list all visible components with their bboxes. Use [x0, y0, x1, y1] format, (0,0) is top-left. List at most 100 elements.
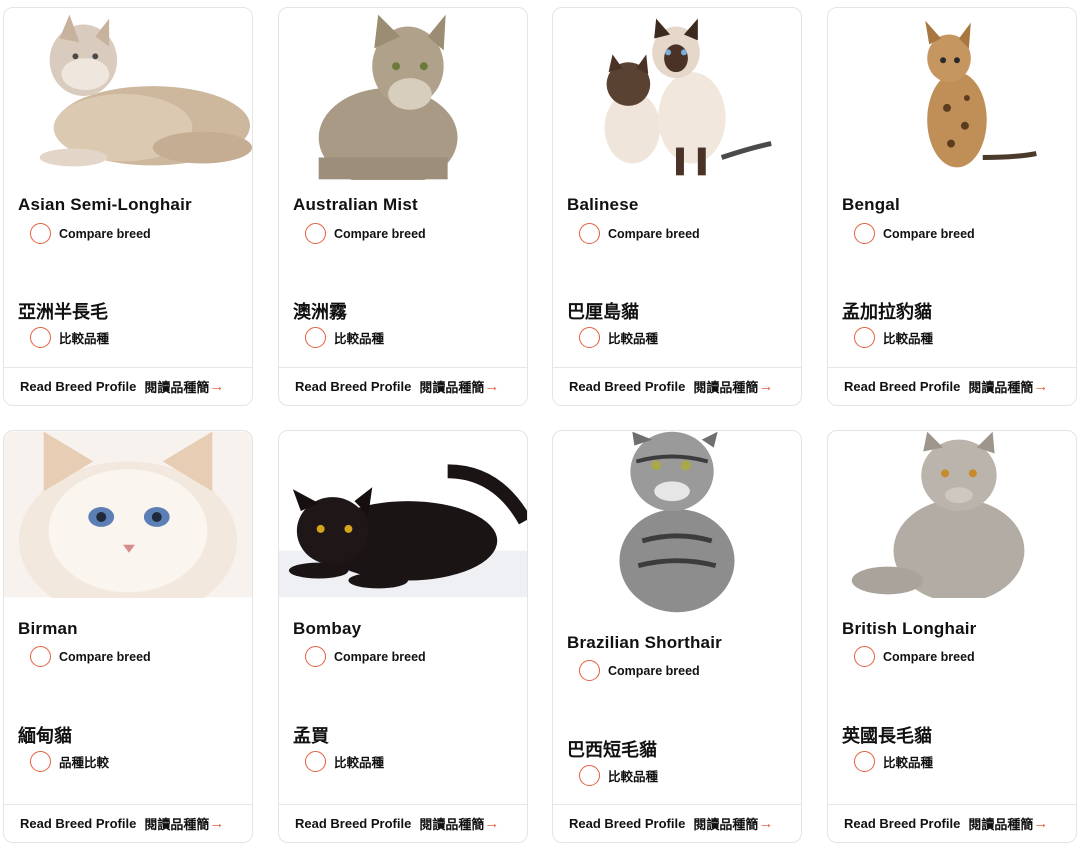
arrow-right-icon: →: [209, 815, 225, 832]
compare-label: 比較品種: [883, 756, 934, 770]
read-profile-link[interactable]: Read Breed Profile 閱讀品種簡 →: [279, 804, 527, 842]
compare-radio[interactable]: [854, 327, 875, 348]
compare-breed-en[interactable]: Compare breed: [854, 223, 975, 244]
breed-image[interactable]: [828, 8, 1076, 180]
read-profile-link[interactable]: Read Breed Profile 閱讀品種簡 →: [553, 367, 801, 405]
breed-image[interactable]: [553, 8, 801, 180]
read-profile-link[interactable]: Read Breed Profile 閱讀品種簡 →: [4, 804, 252, 842]
compare-radio[interactable]: [305, 646, 326, 667]
compare-breed-zh[interactable]: 比較品種: [854, 327, 933, 348]
breed-image[interactable]: [4, 8, 252, 180]
breed-card: Brazilian Shorthair Compare breed 巴西短毛貓 …: [552, 430, 802, 843]
compare-radio[interactable]: [305, 223, 326, 244]
compare-radio[interactable]: [854, 646, 875, 667]
cat-photo-icon: [279, 464, 527, 598]
compare-label: 比較品種: [608, 332, 659, 346]
read-profile-link[interactable]: Read Breed Profile 閱讀品種簡 →: [828, 367, 1076, 405]
breed-name-zh: 孟加拉豹貓: [842, 302, 932, 322]
breed-name-zh: 巴厘島貓: [567, 302, 639, 322]
cat-photo-icon: [318, 14, 458, 180]
breed-card: Birman Compare breed 緬甸貓 品種比較 Read Breed…: [3, 430, 253, 843]
breed-name-en: Birman: [18, 619, 78, 638]
compare-breed-zh[interactable]: 比較品種: [30, 327, 109, 348]
read-profile-zh: 閱讀品種簡: [144, 817, 210, 832]
breed-image[interactable]: [279, 8, 527, 180]
breed-name-zh: 緬甸貓: [18, 726, 72, 746]
read-profile-en: Read Breed Profile: [295, 816, 412, 831]
breed-name-zh: 亞洲半長毛: [18, 302, 108, 322]
breed-card: Bombay Compare breed 孟買 比較品種 Read Breed …: [278, 430, 528, 843]
read-profile-zh: 閱讀品種簡: [419, 380, 485, 395]
breed-name-en: Brazilian Shorthair: [567, 633, 722, 652]
cat-photo-icon: [4, 431, 252, 598]
arrow-right-icon: →: [758, 378, 774, 395]
compare-radio[interactable]: [579, 660, 600, 681]
breed-name-en: Bombay: [293, 619, 362, 638]
compare-breed-zh[interactable]: 比較品種: [579, 327, 658, 348]
compare-breed-zh[interactable]: 比較品種: [579, 765, 658, 786]
compare-breed-en[interactable]: Compare breed: [305, 646, 426, 667]
compare-label: Compare breed: [59, 226, 151, 241]
read-profile-en: Read Breed Profile: [20, 379, 137, 394]
compare-label: 比較品種: [334, 756, 385, 770]
compare-radio[interactable]: [854, 751, 875, 772]
breed-image[interactable]: [4, 431, 252, 598]
compare-radio[interactable]: [30, 751, 51, 772]
read-profile-link[interactable]: Read Breed Profile 閱讀品種簡 →: [4, 367, 252, 405]
cat-photo-icon: [39, 14, 252, 167]
arrow-right-icon: →: [1033, 815, 1049, 832]
compare-radio[interactable]: [30, 327, 51, 348]
breed-name-en: Asian Semi-Longhair: [18, 195, 192, 214]
compare-breed-en[interactable]: Compare breed: [579, 223, 700, 244]
breed-card: Asian Semi-Longhair Compare breed 亞洲半長毛 …: [3, 7, 253, 406]
read-profile-link[interactable]: Read Breed Profile 閱讀品種簡 →: [279, 367, 527, 405]
compare-radio[interactable]: [854, 223, 875, 244]
breed-name-zh: 巴西短毛貓: [567, 740, 657, 760]
compare-breed-zh[interactable]: 比較品種: [854, 751, 933, 772]
compare-breed-en[interactable]: Compare breed: [30, 646, 151, 667]
compare-radio[interactable]: [579, 765, 600, 786]
read-profile-en: Read Breed Profile: [844, 379, 961, 394]
arrow-right-icon: →: [484, 378, 500, 395]
arrow-right-icon: →: [1033, 378, 1049, 395]
compare-radio[interactable]: [30, 646, 51, 667]
compare-label: Compare breed: [334, 649, 426, 664]
breed-card: Bengal Compare breed 孟加拉豹貓 比較品種 Read Bre…: [827, 7, 1077, 406]
read-profile-en: Read Breed Profile: [20, 816, 137, 831]
compare-breed-en[interactable]: Compare breed: [305, 223, 426, 244]
breed-name-en: Balinese: [567, 195, 639, 214]
compare-breed-zh[interactable]: 比較品種: [305, 751, 384, 772]
breed-card: Australian Mist Compare breed 澳洲霧 比較品種 R…: [278, 7, 528, 406]
breed-name-zh: 英國長毛貓: [842, 726, 932, 746]
read-profile-link[interactable]: Read Breed Profile 閱讀品種簡 →: [553, 804, 801, 842]
arrow-right-icon: →: [758, 815, 774, 832]
read-profile-zh: 閱讀品種簡: [968, 817, 1034, 832]
breed-image[interactable]: [279, 431, 527, 598]
read-profile-en: Read Breed Profile: [844, 816, 961, 831]
compare-label: 品種比較: [59, 756, 110, 770]
read-profile-en: Read Breed Profile: [569, 816, 686, 831]
breed-card: Balinese Compare breed 巴厘島貓 比較品種 Read Br…: [552, 7, 802, 406]
compare-radio[interactable]: [579, 327, 600, 348]
read-profile-zh: 閱讀品種簡: [419, 817, 485, 832]
compare-breed-zh[interactable]: 品種比較: [30, 751, 109, 772]
cat-photo-icon: [925, 20, 1037, 168]
read-profile-link[interactable]: Read Breed Profile 閱讀品種簡 →: [828, 804, 1076, 842]
cat-photo-icon: [851, 431, 1025, 598]
compare-breed-en[interactable]: Compare breed: [579, 660, 700, 681]
breed-image[interactable]: [553, 431, 801, 613]
cat-photo-icon: [619, 431, 735, 613]
compare-radio[interactable]: [579, 223, 600, 244]
breed-name-en: British Longhair: [842, 619, 977, 638]
breed-card: British Longhair Compare breed 英國長毛貓 比較品…: [827, 430, 1077, 843]
compare-breed-en[interactable]: Compare breed: [30, 223, 151, 244]
compare-radio[interactable]: [305, 751, 326, 772]
compare-label: 比較品種: [608, 770, 659, 784]
breed-name-zh: 孟買: [293, 726, 329, 746]
compare-breed-en[interactable]: Compare breed: [854, 646, 975, 667]
compare-radio[interactable]: [305, 327, 326, 348]
compare-breed-zh[interactable]: 比較品種: [305, 327, 384, 348]
compare-label: 比較品種: [334, 332, 385, 346]
breed-image[interactable]: [828, 431, 1076, 598]
compare-radio[interactable]: [30, 223, 51, 244]
